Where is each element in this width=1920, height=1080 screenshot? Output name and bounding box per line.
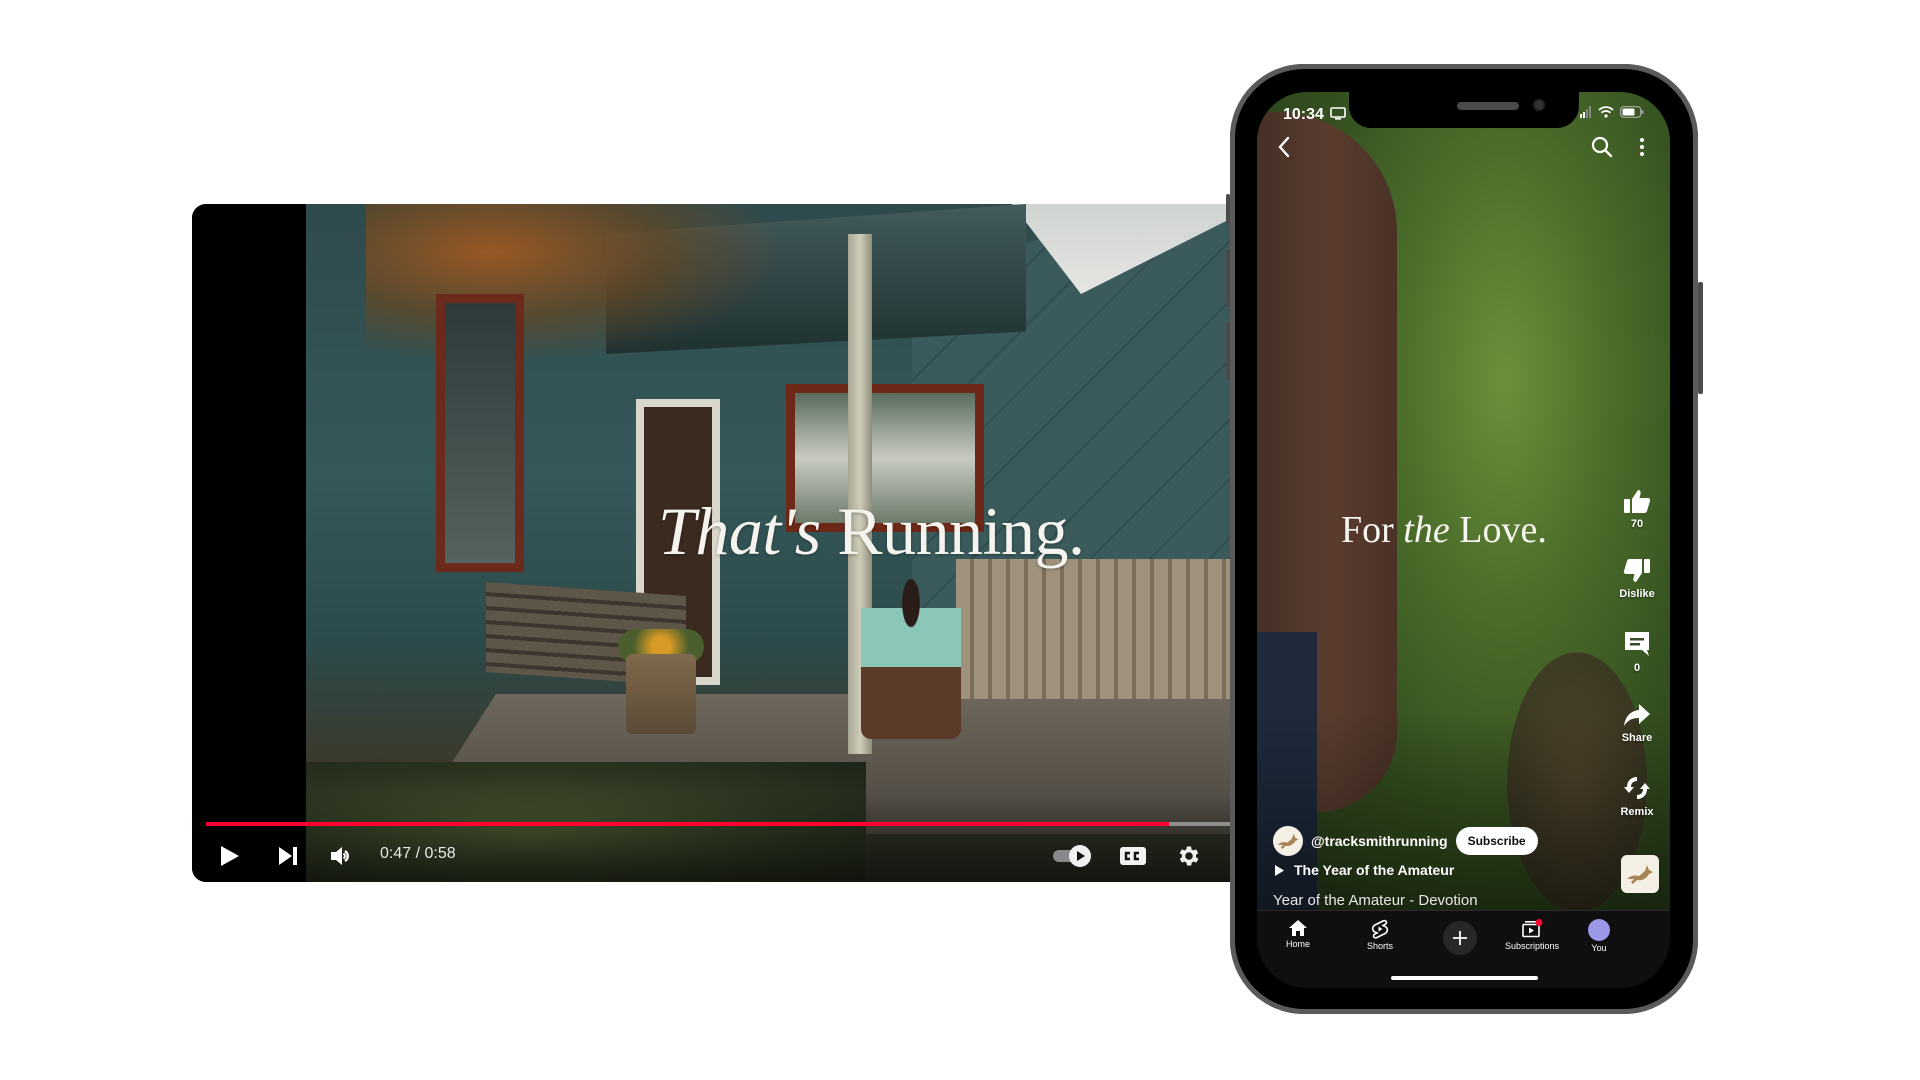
hare-logo-icon <box>1627 865 1653 884</box>
create-button[interactable] <box>1443 921 1477 955</box>
playlist-link[interactable]: The Year of the Amateur <box>1275 862 1454 878</box>
like-button[interactable]: 70 <box>1609 488 1665 530</box>
remix-label: Remix <box>1620 806 1654 818</box>
autoplay-toggle[interactable] <box>1050 840 1094 872</box>
video-caption: Year of the Amateur - Devotion <box>1273 892 1478 909</box>
front-camera <box>1533 99 1545 111</box>
play-icon <box>221 846 239 866</box>
back-button[interactable] <box>1269 132 1299 162</box>
settings-button[interactable] <box>1172 840 1206 872</box>
subscribe-button[interactable]: Subscribe <box>1455 827 1538 855</box>
video-tagline: For the Love. <box>1341 508 1547 552</box>
back-icon <box>1278 136 1290 158</box>
more-options-button[interactable] <box>1627 132 1657 162</box>
gear-icon <box>1179 846 1199 866</box>
pillarbox <box>192 204 306 882</box>
comments-button[interactable]: 0 <box>1609 630 1665 674</box>
status-icons <box>1580 106 1644 118</box>
scene-chairs <box>956 559 1242 699</box>
scene-runner <box>861 579 961 739</box>
desktop-video-player[interactable]: That's Running. 0:47 / 0:58 <box>192 204 1242 882</box>
home-icon <box>1289 920 1307 936</box>
tagline-word: Love. <box>1459 509 1547 551</box>
tagline-word: For <box>1341 509 1394 551</box>
time-display: 0:47 / 0:58 <box>380 845 456 862</box>
video-frame[interactable]: That's Running. <box>306 204 1242 882</box>
play-small-icon <box>1275 864 1284 876</box>
volume-up-button <box>1226 249 1230 307</box>
battery-icon <box>1620 106 1644 118</box>
channel-row: @tracksmithrunning Subscribe <box>1273 826 1538 856</box>
progress-bar[interactable] <box>206 822 1230 826</box>
volume-down-button <box>1226 322 1230 380</box>
nav-you-label: You <box>1591 943 1607 953</box>
shorts-icon <box>1371 919 1389 939</box>
remix-button[interactable]: Remix <box>1609 774 1665 818</box>
create-icon <box>1453 931 1467 945</box>
more-vert-icon <box>1640 138 1644 156</box>
channel-avatar[interactable] <box>1273 826 1303 856</box>
captions-button[interactable] <box>1116 840 1150 872</box>
dislike-icon <box>1623 559 1650 582</box>
nav-home[interactable]: Home <box>1258 919 1338 949</box>
subscriptions-icon <box>1522 919 1543 938</box>
headline-italic: That's <box>658 493 821 569</box>
like-count: 70 <box>1630 518 1644 530</box>
signal-icon <box>1580 106 1591 118</box>
play-button[interactable] <box>214 840 246 872</box>
sound-thumbnail[interactable] <box>1621 855 1659 893</box>
nav-you[interactable]: You <box>1559 919 1639 953</box>
shorts-screen: For the Love. 10:34 70 Dislike 0 Share R… <box>1257 92 1670 988</box>
cc-icon <box>1120 847 1146 865</box>
share-label: Share <box>1621 732 1653 744</box>
playlist-title: The Year of the Amateur <box>1294 862 1455 878</box>
search-icon <box>1591 136 1613 158</box>
notification-dot <box>1535 919 1543 926</box>
avatar <box>1588 919 1610 941</box>
status-time: 10:34 <box>1283 106 1347 124</box>
video-headline: That's Running. <box>658 492 1085 571</box>
progress-played <box>206 822 1169 826</box>
channel-handle[interactable]: @tracksmithrunning <box>1311 833 1448 849</box>
dislike-label: Dislike <box>1619 588 1655 600</box>
mute-switch <box>1226 194 1230 224</box>
cast-icon <box>1330 107 1347 120</box>
autoplay-toggle-icon <box>1053 845 1091 867</box>
share-icon <box>1624 704 1650 726</box>
headline-regular: Running. <box>837 493 1085 569</box>
speaker <box>1457 102 1519 110</box>
hare-logo-icon <box>1277 833 1299 849</box>
comment-count: 0 <box>1633 662 1641 674</box>
like-icon <box>1624 490 1651 513</box>
share-button[interactable]: Share <box>1609 702 1665 744</box>
wifi-icon <box>1598 106 1614 118</box>
home-indicator[interactable] <box>1391 976 1538 980</box>
comment-icon <box>1625 632 1649 656</box>
dislike-button[interactable]: Dislike <box>1609 558 1665 600</box>
tagline-italic: the <box>1403 509 1450 551</box>
nav-shorts-label: Shorts <box>1366 941 1393 951</box>
status-time-text: 10:34 <box>1283 106 1324 123</box>
skip-next-icon <box>279 847 297 865</box>
remix-icon <box>1624 777 1650 799</box>
nav-home-label: Home <box>1285 939 1310 949</box>
notch <box>1349 92 1579 128</box>
nav-subscriptions-label: Subscriptions <box>1504 941 1560 951</box>
scene-window <box>436 294 524 572</box>
search-button[interactable] <box>1587 132 1617 162</box>
scene-planter <box>626 654 696 734</box>
volume-icon <box>331 847 349 865</box>
next-button[interactable] <box>272 840 304 872</box>
scene-leaves <box>366 204 786 364</box>
power-button <box>1698 282 1703 394</box>
volume-button[interactable] <box>326 840 358 872</box>
phone-mockup: For the Love. 10:34 70 Dislike 0 Share R… <box>1226 64 1703 1014</box>
nav-shorts[interactable]: Shorts <box>1340 919 1420 951</box>
